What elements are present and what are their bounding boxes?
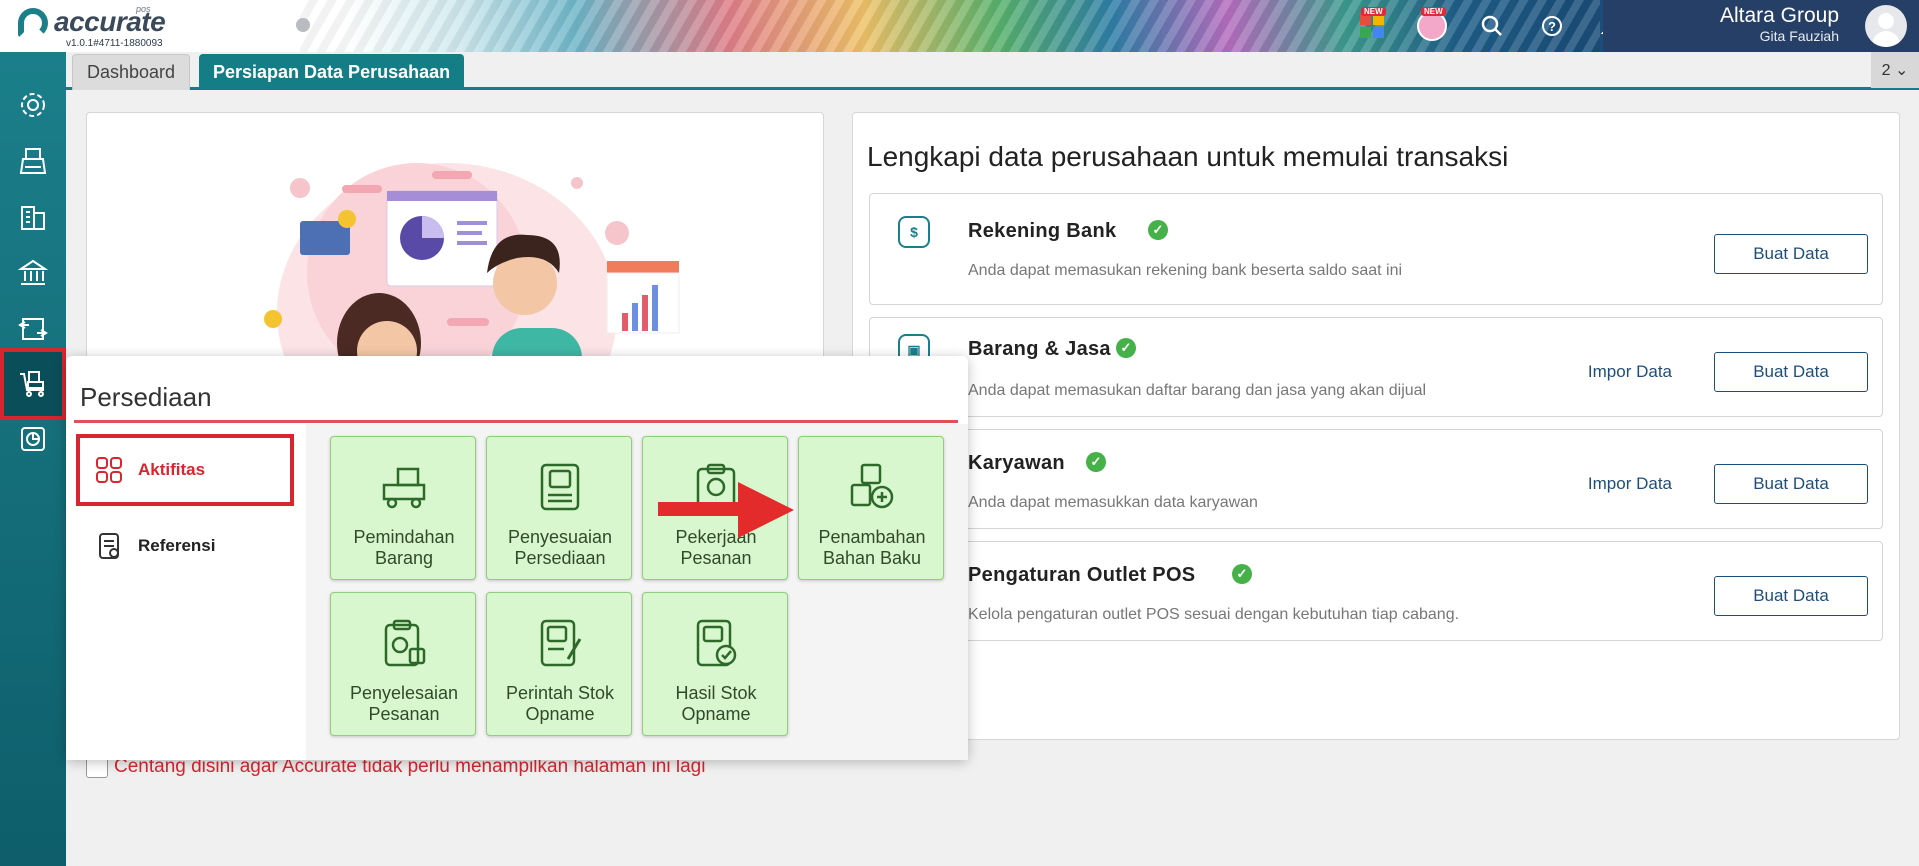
row-title: Karyawan bbox=[968, 452, 1065, 474]
nav-label: Aktifitas bbox=[138, 460, 206, 479]
popup-divider bbox=[74, 420, 958, 423]
reference-icon bbox=[99, 533, 119, 559]
svg-text:?: ? bbox=[1548, 19, 1556, 34]
tile-label: Perintah Stok Opname bbox=[505, 683, 615, 724]
search-button[interactable] bbox=[1475, 9, 1509, 43]
app-logo[interactable]: accurate pos v1.0.1#4711-1880093 bbox=[18, 4, 168, 49]
tile-perintah-stok-opname[interactable]: Perintah Stok Opname bbox=[486, 592, 632, 736]
apps-grid-button[interactable]: NEW bbox=[1355, 7, 1389, 43]
check-icon: ✓ bbox=[1148, 220, 1168, 240]
setup-row-bank: $ Rekening Bank ✓ Anda dapat memasukan r… bbox=[869, 193, 1883, 305]
row-desc: Anda dapat memasukan daftar barang dan j… bbox=[968, 382, 1427, 399]
create-employees-button[interactable]: Buat Data bbox=[1714, 464, 1868, 504]
stock-count-result-icon bbox=[696, 619, 737, 667]
tile-penyesuaian-persediaan[interactable]: Penyesuaian Persediaan bbox=[486, 436, 632, 580]
inventory-menu-popup: Persediaan Aktifitas Referensi Pemindaha… bbox=[66, 356, 968, 760]
status-dot bbox=[296, 18, 310, 32]
popup-tiles: Pemindahan Barang Penyesuaian Persediaan… bbox=[306, 424, 968, 760]
tile-penyelesaian-pesanan[interactable]: Penyelesaian Pesanan bbox=[330, 592, 476, 736]
mascot-button[interactable]: NEW bbox=[1415, 7, 1449, 43]
user-menu[interactable]: Altara Group Gita Fauziah bbox=[1603, 0, 1919, 52]
tab-count-dropdown[interactable]: 2 ⌄ bbox=[1871, 52, 1919, 88]
setup-row-pos-outlet: Pengaturan Outlet POS ✓ Kelola pengatura… bbox=[869, 541, 1883, 641]
rail-reports[interactable] bbox=[10, 416, 56, 462]
truck-icon bbox=[382, 467, 426, 509]
row-title: Rekening Bank bbox=[968, 220, 1117, 242]
order-complete-icon bbox=[384, 619, 426, 667]
row-desc: Kelola pengaturan outlet POS sesuai deng… bbox=[968, 606, 1460, 623]
nav-label: Referensi bbox=[138, 536, 216, 555]
tab-persiapan-data[interactable]: Persiapan Data Perusahaan bbox=[199, 54, 465, 90]
import-employees-link[interactable]: Impor Data bbox=[1588, 474, 1672, 494]
company-name: Altara Group bbox=[1719, 4, 1839, 27]
tile-label: Penambahan Bahan Baku bbox=[818, 527, 926, 568]
tile-label: Pemindahan Barang bbox=[353, 527, 455, 568]
raw-material-add-icon bbox=[850, 463, 894, 509]
building-icon bbox=[21, 206, 45, 230]
create-bank-button[interactable]: Buat Data bbox=[1714, 234, 1868, 274]
app-version: v1.0.1#4711-1880093 bbox=[66, 38, 163, 49]
tile-label: Hasil Stok Opname bbox=[675, 683, 757, 724]
nav-referensi[interactable]: Referensi bbox=[80, 514, 290, 578]
rail-settings[interactable] bbox=[10, 82, 56, 128]
check-icon: ✓ bbox=[1232, 564, 1252, 584]
create-outlet-button[interactable]: Buat Data bbox=[1714, 576, 1868, 616]
apps-grid-icon bbox=[1360, 14, 1384, 38]
rail-company[interactable] bbox=[10, 194, 56, 240]
row-desc: Anda dapat memasukkan data karyawan bbox=[968, 494, 1258, 511]
gear-icon bbox=[21, 93, 45, 117]
stock-count-order-icon bbox=[540, 619, 582, 667]
tile-label: Penyelesaian Pesanan bbox=[349, 683, 459, 724]
money-transfer-icon bbox=[18, 318, 48, 340]
row-title: Barang & Jasa bbox=[968, 338, 1111, 360]
popup-title: Persediaan bbox=[80, 382, 212, 412]
setup-panel: Lengkapi data perusahaan untuk memulai t… bbox=[852, 112, 1900, 740]
activities-icon bbox=[96, 457, 122, 483]
rail-inventory[interactable] bbox=[0, 348, 66, 420]
left-rail bbox=[0, 52, 66, 866]
nav-aktifitas[interactable]: Aktifitas bbox=[76, 434, 294, 506]
setup-row-items: ▣ Barang & Jasa ✓ Anda dapat memasukan d… bbox=[869, 317, 1883, 417]
new-badge: NEW bbox=[1361, 7, 1386, 16]
logo-sub: pos bbox=[136, 4, 151, 14]
popup-nav: Aktifitas Referensi bbox=[66, 424, 306, 760]
setup-row-employees: Karyawan ✓ Anda dapat memasukkan data ka… bbox=[869, 429, 1883, 529]
create-items-button[interactable]: Buat Data bbox=[1714, 352, 1868, 392]
pos-register-icon bbox=[19, 148, 47, 174]
rail-bank[interactable] bbox=[10, 250, 56, 296]
top-bar: accurate pos v1.0.1#4711-1880093 NEW NEW… bbox=[0, 0, 1919, 52]
annotation-arrow-icon bbox=[658, 482, 794, 538]
avatar[interactable] bbox=[1865, 5, 1907, 47]
rail-transfer[interactable] bbox=[10, 306, 56, 352]
new-badge: NEW bbox=[1421, 7, 1446, 16]
help-button[interactable]: ? bbox=[1535, 9, 1569, 43]
user-name: Gita Fauziah bbox=[1759, 28, 1839, 44]
row-desc: Anda dapat memasukan rekening bank beser… bbox=[968, 262, 1403, 279]
check-icon: ✓ bbox=[1086, 452, 1106, 472]
box-adjust-icon bbox=[540, 463, 580, 511]
bank-icon bbox=[17, 259, 49, 285]
tile-penambahan-bahan-baku[interactable]: Penambahan Bahan Baku bbox=[798, 436, 944, 580]
search-icon bbox=[1481, 15, 1502, 36]
setup-title: Lengkapi data perusahaan untuk memulai t… bbox=[867, 141, 1509, 172]
help-icon: ? bbox=[1542, 16, 1562, 36]
rail-pos[interactable] bbox=[10, 138, 56, 184]
row-title: Pengaturan Outlet POS bbox=[968, 564, 1196, 586]
import-items-link[interactable]: Impor Data bbox=[1588, 362, 1672, 382]
inventory-cart-icon bbox=[20, 371, 44, 397]
tile-label: Penyesuaian Persediaan bbox=[507, 527, 613, 568]
tile-hasil-stok-opname[interactable]: Hasil Stok Opname bbox=[642, 592, 788, 736]
bank-bag-icon: $ bbox=[898, 216, 930, 248]
tab-bar: Dashboard Persiapan Data Perusahaan 2 ⌄ bbox=[66, 52, 1919, 90]
tab-dashboard[interactable]: Dashboard bbox=[72, 54, 191, 90]
logo-mark-icon bbox=[18, 8, 48, 38]
report-icon bbox=[21, 427, 45, 451]
top-icons: NEW NEW ? bbox=[1355, 0, 1629, 52]
check-icon: ✓ bbox=[1116, 338, 1136, 358]
tile-pemindahan-barang[interactable]: Pemindahan Barang bbox=[330, 436, 476, 580]
